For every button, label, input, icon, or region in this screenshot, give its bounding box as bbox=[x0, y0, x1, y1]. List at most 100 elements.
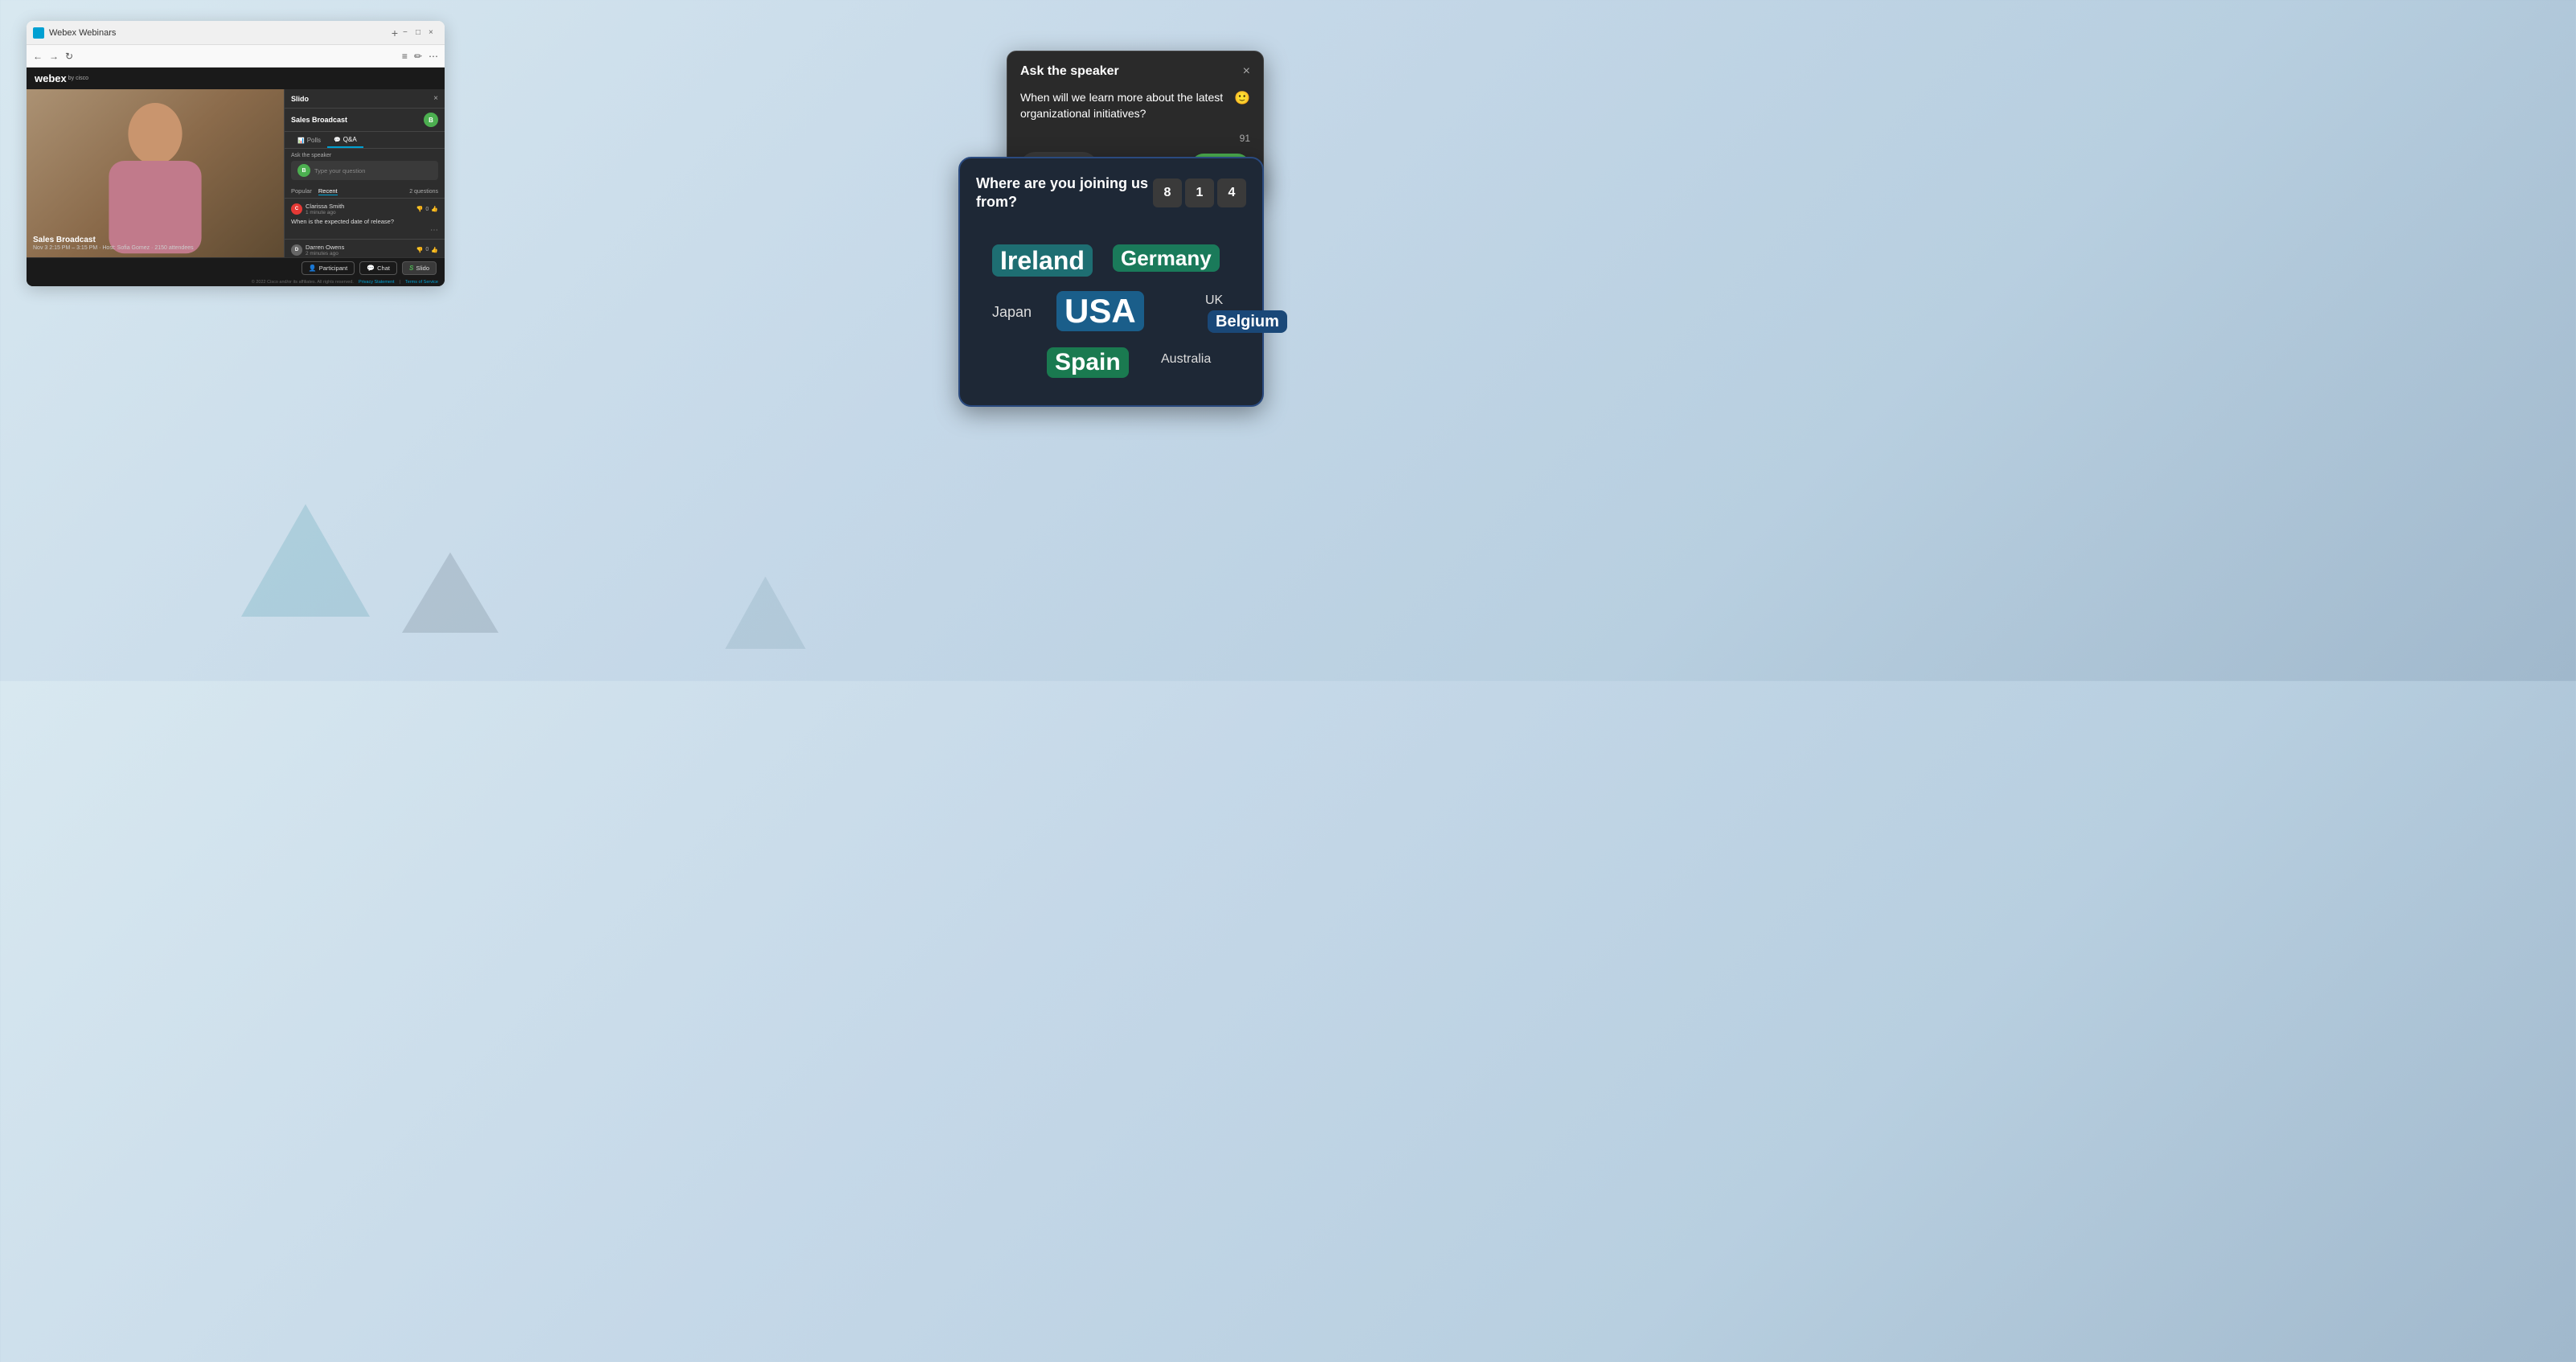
ask-speaker-card-header: Ask the speaker × bbox=[1020, 64, 1250, 79]
browser-window: Webex Webinars + − □ × ← → ↻ ≡ ✏ ⋯ webex… bbox=[27, 21, 445, 286]
ask-speaker-title: Ask the speaker bbox=[1020, 64, 1119, 79]
word-item[interactable]: Spain bbox=[1047, 347, 1129, 378]
question-votes-1: 👎 0 👍 bbox=[416, 206, 438, 212]
slido-name-row: Sales Broadcast B bbox=[285, 109, 445, 132]
slido-button[interactable]: S Slido bbox=[402, 261, 437, 275]
edit-icon[interactable]: ✏ bbox=[414, 51, 422, 62]
word-item[interactable]: Germany bbox=[1113, 244, 1220, 272]
menu-icon[interactable]: ≡ bbox=[402, 51, 408, 62]
filter-popular[interactable]: Popular bbox=[291, 187, 312, 195]
bg-decoration-3 bbox=[725, 576, 806, 649]
question-username-2: Darren Owens bbox=[306, 244, 344, 251]
qa-label: Q&A bbox=[343, 136, 357, 143]
polls-label: Polls bbox=[307, 137, 321, 144]
filter-recent[interactable]: Recent bbox=[318, 187, 338, 195]
question-time-1: 1 minute ago bbox=[306, 210, 344, 215]
vote-up-icon[interactable]: 👍 bbox=[431, 247, 438, 253]
questions-count: 2 questions bbox=[409, 189, 438, 195]
new-tab-button[interactable]: + bbox=[387, 25, 403, 41]
forward-button[interactable]: → bbox=[49, 51, 59, 62]
slido-title: Slido bbox=[291, 95, 309, 103]
webex-logo-sub: by cisco bbox=[68, 76, 88, 81]
tab-qa[interactable]: 💬 Q&A bbox=[327, 132, 363, 148]
terms-of-service-link[interactable]: Terms of Service bbox=[405, 280, 438, 285]
slido-label: Slido bbox=[416, 265, 429, 272]
speaker-video bbox=[27, 89, 284, 257]
restore-button[interactable]: □ bbox=[416, 28, 425, 38]
browser-navbar: ← → ↻ ≡ ✏ ⋯ bbox=[27, 45, 445, 68]
window-controls: − □ × bbox=[403, 28, 438, 38]
tab-polls[interactable]: 📊 Polls bbox=[291, 132, 327, 148]
word-item[interactable]: UK bbox=[1205, 294, 1223, 307]
filter-tabs: Popular Recent bbox=[291, 187, 338, 195]
footer-copyright: © 2022 Cisco and/or its affiliates. All … bbox=[252, 280, 354, 285]
webex-header: webex by cisco bbox=[27, 68, 445, 89]
participant-label: Participant bbox=[319, 265, 347, 272]
back-button[interactable]: ← bbox=[33, 51, 43, 62]
slido-broadcast-name: Sales Broadcast bbox=[291, 116, 347, 124]
question-time-2: 2 minutes ago bbox=[306, 251, 344, 256]
chat-button[interactable]: 💬 Chat bbox=[359, 261, 397, 275]
close-button[interactable]: × bbox=[429, 28, 438, 38]
question-input-row[interactable]: B Type your question bbox=[291, 161, 438, 180]
question-user: D Darren Owens 2 minutes ago bbox=[291, 244, 344, 256]
word-cloud-body: IrelandGermanyJapanUSAUKBelgiumSpainAust… bbox=[976, 228, 1246, 389]
question-more-1[interactable]: ⋯ bbox=[291, 226, 438, 235]
reload-button[interactable]: ↻ bbox=[65, 51, 73, 62]
vote-count-2: 0 bbox=[425, 247, 429, 252]
ask-speaker-question-text: When will we learn more about the latest… bbox=[1020, 90, 1226, 121]
webex-logo: webex by cisco bbox=[35, 72, 88, 84]
webex-content: webex by cisco Sales Broadcast Nov 3 2:1… bbox=[27, 68, 445, 286]
slido-icon: S bbox=[409, 265, 413, 272]
counter-1: 1 bbox=[1185, 178, 1214, 207]
word-item[interactable]: Australia bbox=[1161, 353, 1211, 366]
counter-4: 4 bbox=[1217, 178, 1246, 207]
vote-down-icon[interactable]: 👎 bbox=[416, 206, 424, 212]
qa-icon: 💬 bbox=[334, 137, 341, 143]
video-feed bbox=[27, 89, 284, 257]
question-user-info: Clarissa Smith 1 minute ago bbox=[306, 203, 344, 215]
question-avatar-2: D bbox=[291, 244, 302, 256]
ask-speaker-close-button[interactable]: × bbox=[1243, 64, 1250, 79]
webex-bottom-bar: 👤 Participant 💬 Chat S Slido bbox=[27, 257, 445, 278]
more-icon[interactable]: ⋯ bbox=[429, 51, 438, 62]
slido-tabs: 📊 Polls 💬 Q&A bbox=[285, 132, 445, 149]
webex-footer: © 2022 Cisco and/or its affiliates. All … bbox=[27, 278, 445, 286]
counter-8: 8 bbox=[1153, 178, 1182, 207]
word-cloud-header: Where are you joining us from? 8 1 4 bbox=[976, 174, 1246, 212]
browser-titlebar: Webex Webinars + − □ × bbox=[27, 21, 445, 45]
slido-close-button[interactable]: × bbox=[433, 94, 438, 103]
word-cloud-card: Where are you joining us from? 8 1 4 Ire… bbox=[958, 157, 1264, 407]
emoji-picker-icon[interactable]: 🙂 bbox=[1234, 90, 1250, 106]
question-item: C Clarissa Smith 1 minute ago 👎 0 👍 bbox=[285, 198, 445, 239]
polls-icon: 📊 bbox=[297, 137, 305, 144]
nav-icons: ≡ ✏ ⋯ bbox=[402, 51, 438, 62]
minimize-button[interactable]: − bbox=[403, 28, 412, 38]
vote-down-icon[interactable]: 👎 bbox=[416, 247, 424, 253]
question-username-1: Clarissa Smith bbox=[306, 203, 344, 210]
webex-logo-text: webex bbox=[35, 72, 67, 84]
video-title: Sales Broadcast bbox=[33, 236, 194, 244]
video-area: Sales Broadcast Nov 3 2:15 PM – 3:15 PM … bbox=[27, 89, 284, 257]
filter-row: Popular Recent 2 questions bbox=[285, 185, 445, 198]
input-user-avatar: B bbox=[297, 164, 310, 177]
vote-count-1: 0 bbox=[425, 207, 429, 212]
word-cloud-counters: 8 1 4 bbox=[1153, 178, 1246, 207]
slido-panel: Slido × Sales Broadcast B 📊 Polls 💬 Q&A bbox=[284, 89, 445, 257]
browser-tab-title: Webex Webinars bbox=[49, 28, 380, 38]
participant-button[interactable]: 👤 Participant bbox=[301, 261, 355, 275]
video-subtitle: Nov 3 2:15 PM – 3:15 PM · Host: Sofia Go… bbox=[33, 245, 194, 251]
video-info-overlay: Sales Broadcast Nov 3 2:15 PM – 3:15 PM … bbox=[33, 236, 194, 251]
bg-decoration-2 bbox=[402, 552, 498, 633]
word-item[interactable]: Belgium bbox=[1208, 310, 1287, 333]
word-item[interactable]: Ireland bbox=[992, 244, 1093, 277]
vote-up-icon[interactable]: 👍 bbox=[431, 206, 438, 212]
participant-icon: 👤 bbox=[309, 265, 317, 272]
word-item[interactable]: Japan bbox=[992, 305, 1032, 319]
word-item[interactable]: USA bbox=[1056, 291, 1144, 331]
browser-favicon bbox=[33, 27, 44, 39]
question-votes-2: 👎 0 👍 bbox=[416, 247, 438, 253]
char-count: 91 bbox=[1020, 133, 1250, 144]
question-user: C Clarissa Smith 1 minute ago bbox=[291, 203, 344, 215]
privacy-statement-link[interactable]: Privacy Statement bbox=[359, 280, 395, 285]
